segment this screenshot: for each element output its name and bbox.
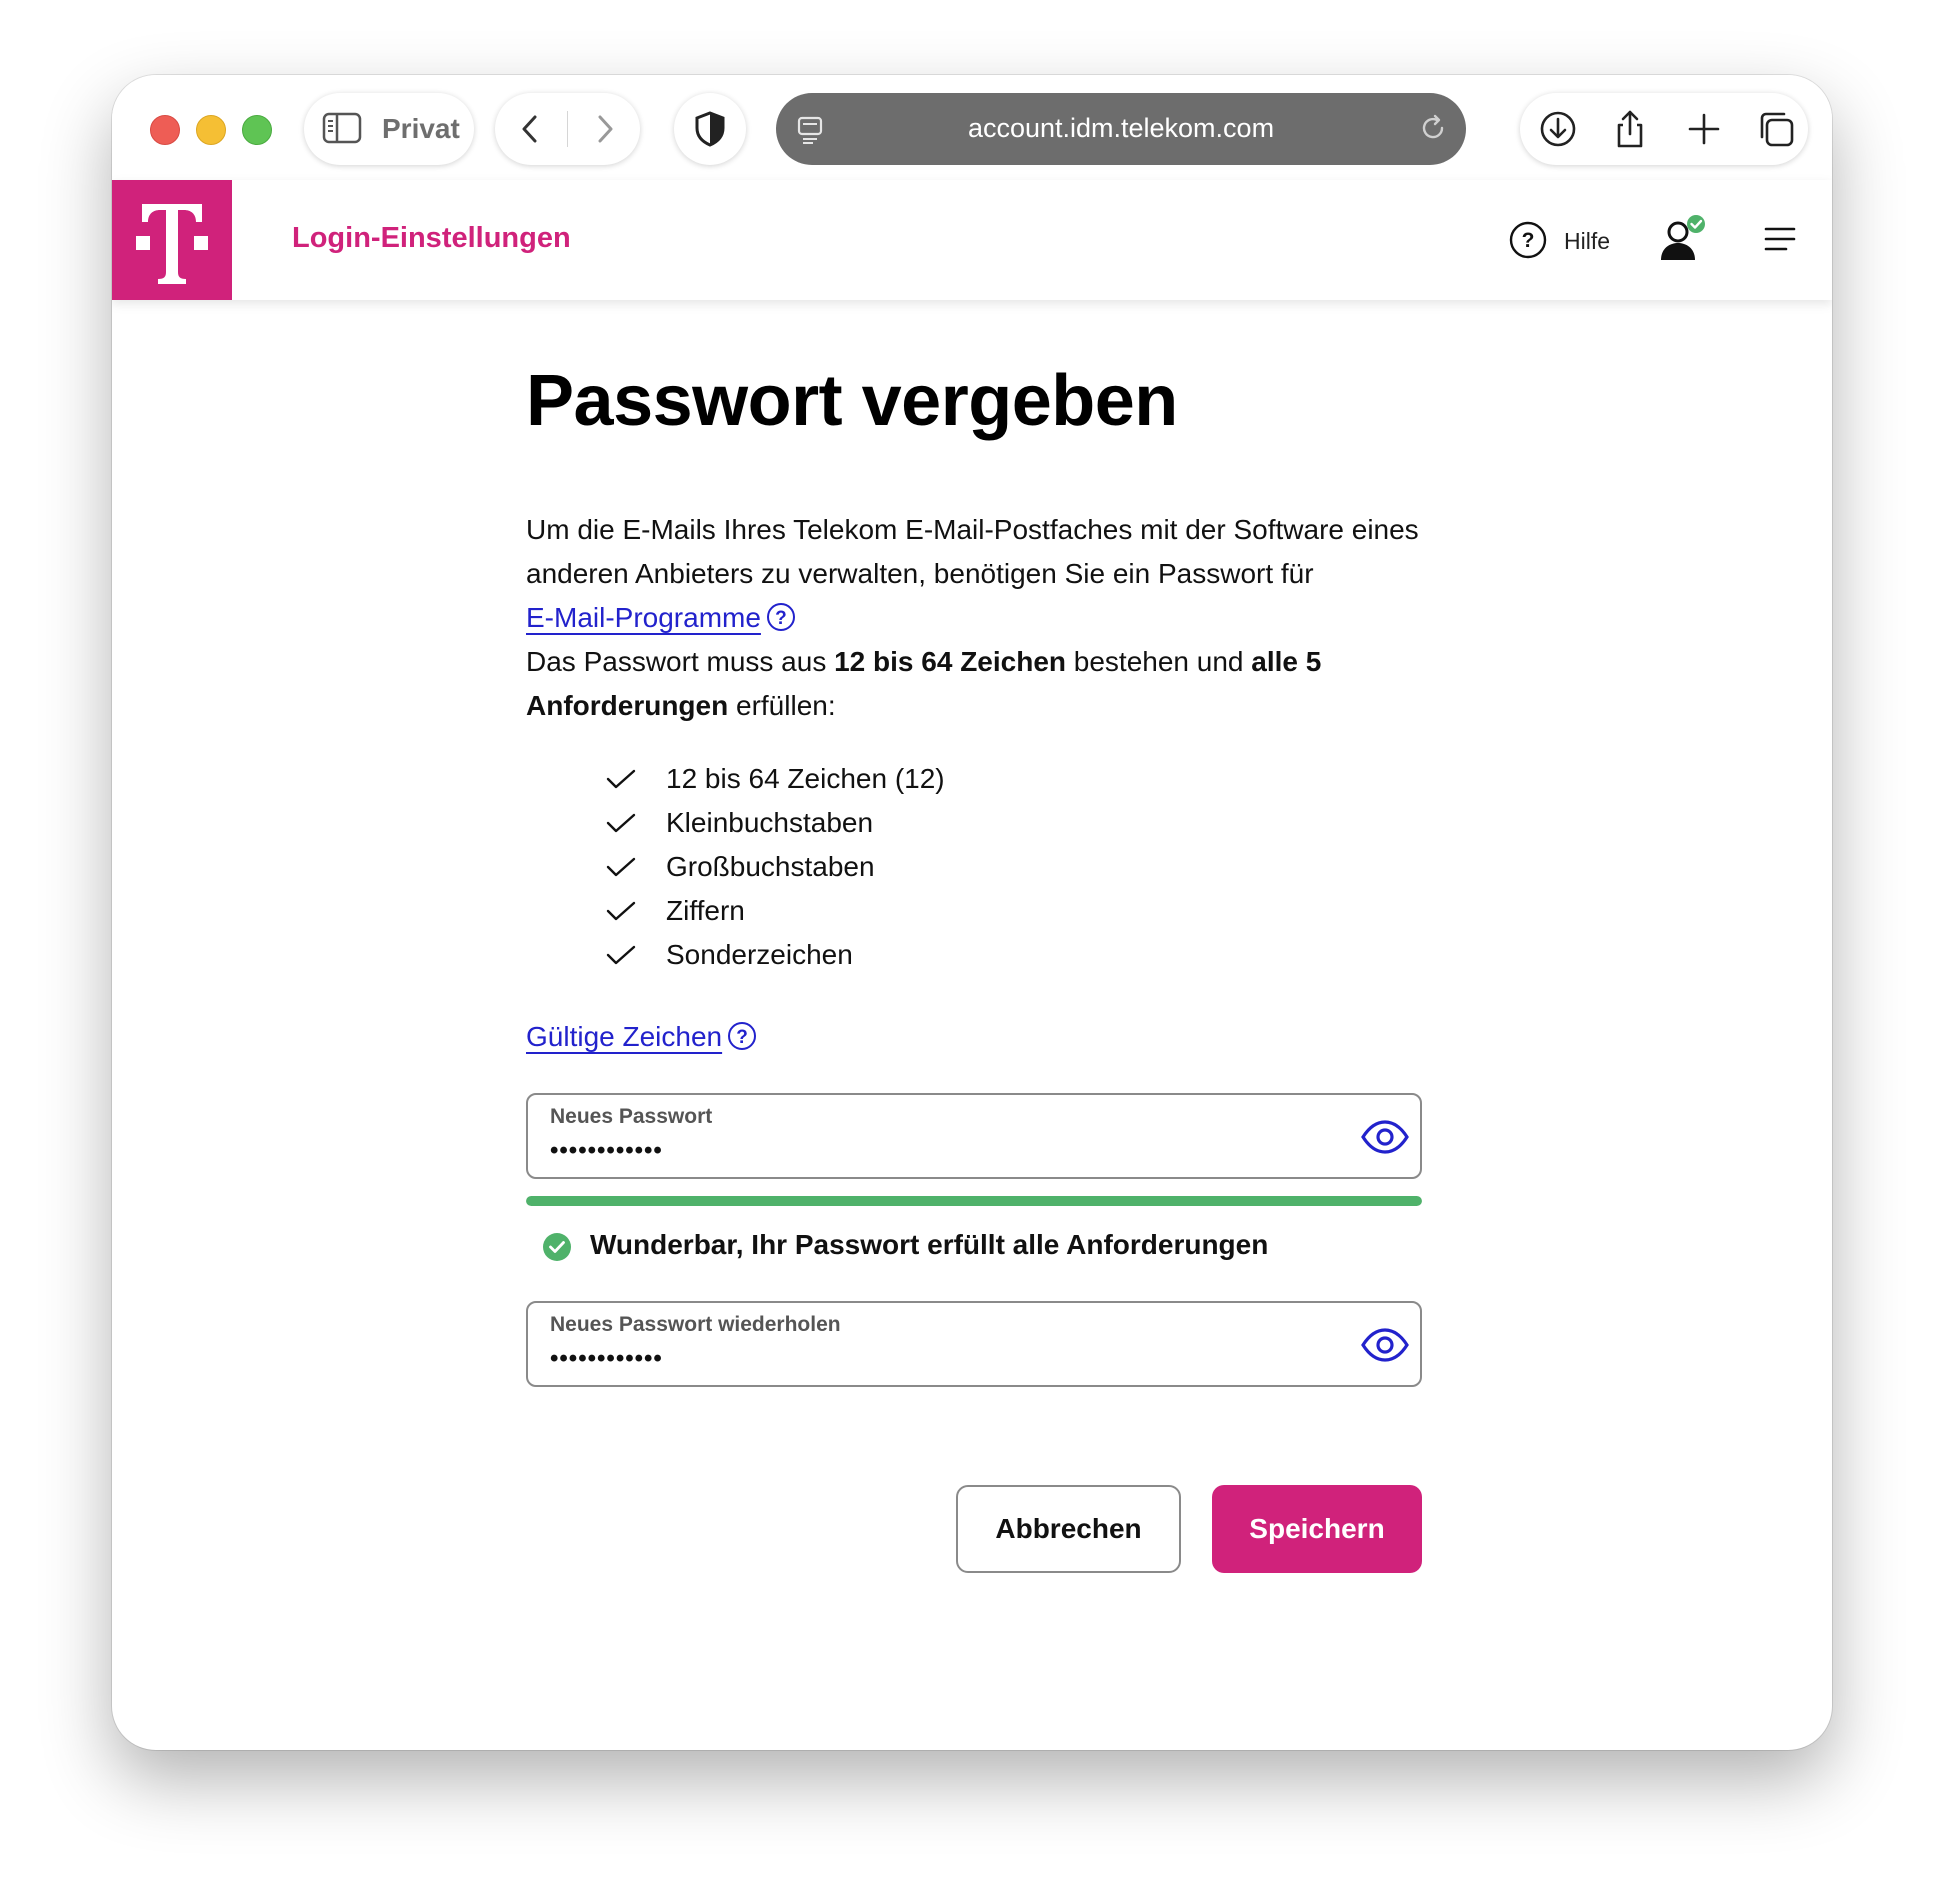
check-icon [606, 901, 636, 921]
cancel-button[interactable]: Abbrechen [956, 1485, 1181, 1573]
length-requirement-text: 12 bis 64 Zeichen [834, 646, 1066, 677]
email-programs-help-icon[interactable]: ? [766, 603, 795, 631]
check-icon [606, 769, 636, 789]
close-window-button[interactable] [150, 115, 180, 145]
url-text: account.idm.telekom.com [967, 113, 1275, 143]
site-header: Login-Einstellungen ? Hilfe [112, 180, 1832, 300]
menu-icon[interactable] [1764, 226, 1796, 252]
new-password-value[interactable]: •••••••••••• [550, 1137, 663, 1165]
tab-overview-icon[interactable] [1756, 109, 1796, 149]
page-title: Passwort vergeben [526, 361, 1178, 441]
requirement-label: Ziffern [666, 895, 745, 926]
show-password-icon[interactable] [1360, 1117, 1410, 1157]
check-icon [606, 945, 636, 965]
valid-characters-link[interactable]: Gültige Zeichen [526, 1021, 722, 1052]
requirement-item-lowercase: Kleinbuchstaben [606, 801, 945, 845]
save-button[interactable]: Speichern [1212, 1485, 1422, 1573]
repeat-password-value[interactable]: •••••••••••• [550, 1345, 663, 1373]
requirement-label: Großbuchstaben [666, 851, 875, 882]
intro-text-c: bestehen und [1073, 646, 1244, 677]
shield-icon [695, 111, 725, 147]
nav-divider [567, 111, 568, 147]
new-password-field[interactable]: Neues Passwort •••••••••••• [526, 1093, 1422, 1179]
sidebar-icon [322, 112, 362, 144]
download-icon[interactable] [1538, 109, 1578, 149]
email-programs-link[interactable]: E-Mail-Programme [526, 602, 761, 633]
user-verified-icon[interactable] [1656, 214, 1712, 264]
sidebar-toggle-button[interactable]: Privat [304, 93, 474, 165]
private-mode-label: Privat [382, 113, 460, 144]
address-bar[interactable]: account.idm.telekom.com [776, 93, 1466, 165]
success-text: Wunderbar, Ihr Passwort erfüllt alle Anf… [590, 1229, 1269, 1260]
requirements-list: 12 bis 64 Zeichen (12) Kleinbuchstaben G… [606, 757, 945, 977]
repeat-password-field[interactable]: Neues Passwort wiederholen •••••••••••• [526, 1301, 1422, 1387]
browser-toolbar: Privat account.idm.telekom.com [112, 75, 1832, 180]
help-label: Hilfe [1564, 228, 1611, 254]
requirement-item-uppercase: Großbuchstaben [606, 845, 945, 889]
intro-text-a: Das Passwort muss aus [526, 646, 827, 677]
back-icon[interactable] [515, 111, 545, 147]
check-icon [606, 813, 636, 833]
reload-icon[interactable] [1418, 113, 1448, 143]
help-icon: ? [1509, 221, 1547, 259]
check-icon [606, 857, 636, 877]
toolbar-actions [1520, 93, 1808, 165]
header-title[interactable]: Login-Einstellungen [292, 222, 571, 255]
success-check-icon [543, 1233, 571, 1261]
intro-text-e: erfüllen: [736, 690, 836, 721]
minimize-window-button[interactable] [196, 115, 226, 145]
password-strength-bar [526, 1196, 1422, 1206]
privacy-report-button[interactable] [674, 93, 746, 165]
repeat-password-label: Neues Passwort wiederholen [550, 1313, 841, 1336]
new-password-label: Neues Passwort [550, 1105, 713, 1128]
forward-icon[interactable] [590, 111, 620, 147]
intro-text: Um die E-Mails Ihres Telekom E-Mail-Post… [526, 508, 1436, 728]
requirement-item-special: Sonderzeichen [606, 933, 945, 977]
requirement-label: Sonderzeichen [666, 939, 853, 970]
show-repeat-password-icon[interactable] [1360, 1325, 1410, 1365]
password-strength-fill [526, 1196, 1422, 1206]
share-icon[interactable] [1610, 109, 1650, 149]
requirement-item-length: 12 bis 64 Zeichen (12) [606, 757, 945, 801]
telekom-logo[interactable] [112, 180, 232, 300]
requirement-label: 12 bis 64 Zeichen (12) [666, 763, 945, 794]
navigation-buttons [495, 93, 640, 165]
requirement-item-digits: Ziffern [606, 889, 945, 933]
valid-characters-help-icon[interactable]: ? [728, 1022, 757, 1050]
new-tab-icon[interactable] [1684, 109, 1724, 149]
valid-characters: Gültige Zeichen? [526, 1015, 757, 1059]
svg-text:?: ? [1522, 229, 1535, 252]
intro-paragraph-1: Um die E-Mails Ihres Telekom E-Mail-Post… [526, 514, 1419, 589]
telekom-t-icon [136, 204, 208, 284]
zoom-window-button[interactable] [242, 115, 272, 145]
browser-window: Privat account.idm.telekom.com Login-Ein… [112, 75, 1832, 1750]
requirement-label: Kleinbuchstaben [666, 807, 874, 838]
